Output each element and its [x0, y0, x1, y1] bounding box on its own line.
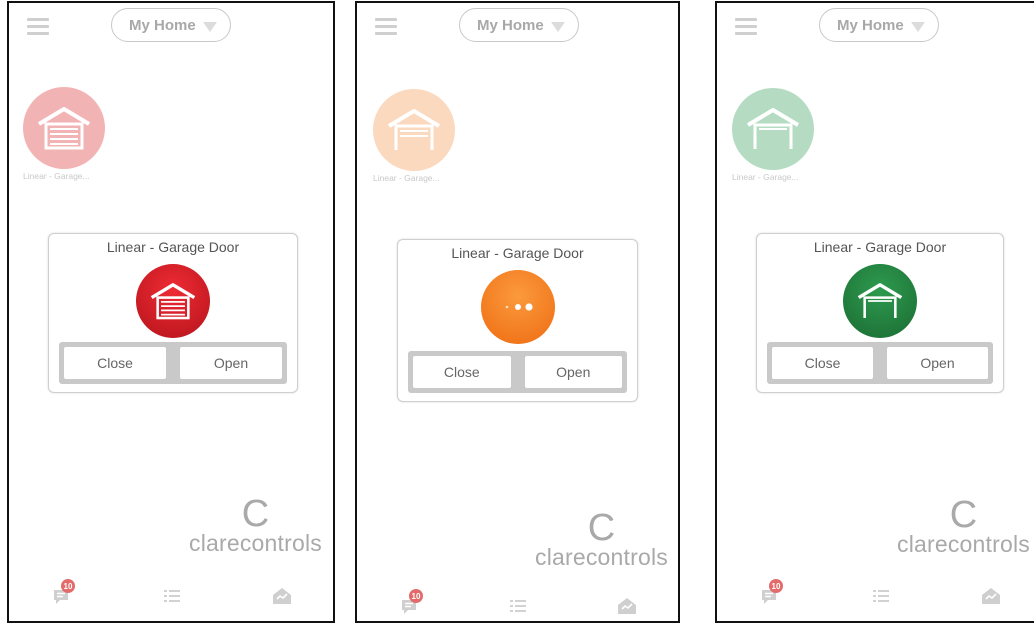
device-tile-label: Linear - Garage... [732, 172, 799, 182]
tab-list[interactable] [507, 595, 533, 621]
garage-closed-icon [23, 87, 105, 169]
list-icon [164, 590, 180, 602]
notification-badge: 10 [409, 589, 423, 603]
garage-open-icon [843, 264, 917, 338]
location-label: My Home [129, 16, 196, 34]
device-tile-garage-door[interactable]: Linear - Garage... [373, 89, 457, 183]
home-icon [982, 588, 1000, 604]
close-button[interactable]: Close [64, 347, 166, 379]
device-title: Linear - Garage Door [106, 239, 240, 255]
phone-screen-closed: My Home Linear - Garage... Linear - Gara… [7, 1, 335, 623]
list-icon [510, 600, 526, 612]
brand-mark: C [241, 493, 270, 535]
device-title: Linear - Garage Door [813, 239, 947, 255]
tab-home[interactable] [271, 585, 297, 611]
garage-open-icon [732, 88, 814, 170]
device-tile-garage-door[interactable]: Linear - Garage... [23, 87, 107, 181]
home-icon [618, 598, 636, 614]
brand-logo: C clarecontrols [897, 494, 1030, 557]
garage-closed-icon [136, 264, 210, 338]
device-title: Linear - Garage Door [451, 245, 584, 261]
brand-logo: C clarecontrols [535, 507, 668, 570]
close-button[interactable]: Close [772, 347, 873, 379]
device-tile-label: Linear - Garage... [23, 171, 90, 181]
brand-mark: C [587, 507, 616, 549]
phone-screen-open: My Home Linear - Garage... Linear - Gara… [715, 1, 1034, 623]
location-selector[interactable]: My Home [819, 8, 939, 42]
list-icon [873, 590, 889, 602]
dropdown-arrow-icon [203, 22, 217, 32]
tab-messages[interactable]: 10 [759, 579, 785, 611]
brand-name: clarecontrols [897, 531, 1030, 557]
hamburger-menu-icon[interactable] [735, 18, 757, 35]
dropdown-arrow-icon [551, 22, 565, 32]
notification-badge: 10 [769, 579, 783, 593]
tab-messages[interactable]: 10 [399, 589, 425, 621]
hamburger-menu-icon[interactable] [27, 18, 49, 35]
tab-home[interactable] [980, 585, 1006, 611]
location-selector[interactable]: My Home [111, 8, 231, 42]
location-label: My Home [837, 16, 904, 34]
hamburger-menu-icon[interactable] [375, 18, 397, 35]
bottom-tab-bar: 10 [9, 579, 333, 611]
device-tile-label: Linear - Garage... [373, 173, 440, 183]
location-label: My Home [477, 16, 544, 34]
device-tile-garage-door[interactable]: Linear - Garage... [732, 88, 816, 182]
door-action-bar: Close Open [59, 342, 287, 384]
door-action-bar: Close Open [767, 342, 993, 384]
close-button[interactable]: Close [413, 356, 511, 388]
location-selector[interactable]: My Home [459, 8, 579, 42]
bottom-tab-bar: 10 [717, 579, 1034, 611]
open-button[interactable]: Open [887, 347, 988, 379]
brand-mark: C [949, 494, 978, 536]
dropdown-arrow-icon [911, 22, 925, 32]
loading-dots-icon [480, 270, 555, 344]
tab-list[interactable] [870, 585, 896, 611]
brand-logo: C clarecontrols [189, 493, 322, 556]
garage-moving-icon [373, 89, 455, 171]
tab-home[interactable] [616, 595, 642, 621]
bottom-tab-bar: 10 [357, 589, 678, 621]
brand-name: clarecontrols [535, 544, 668, 570]
open-button[interactable]: Open [524, 356, 622, 388]
tab-messages[interactable]: 10 [51, 579, 77, 611]
home-icon [273, 588, 291, 604]
device-control-card: Linear - Garage Door Close Open [397, 239, 638, 402]
tab-list[interactable] [161, 585, 187, 611]
device-control-card: Linear - Garage Door Close Open [48, 233, 298, 393]
phone-screen-moving: My Home Linear - Garage... Linear - Gara… [355, 1, 680, 623]
door-action-bar: Close Open [408, 351, 627, 393]
device-control-card: Linear - Garage Door Close Open [756, 233, 1004, 393]
open-button[interactable]: Open [180, 347, 282, 379]
brand-name: clarecontrols [189, 530, 322, 556]
notification-badge: 10 [61, 579, 75, 593]
